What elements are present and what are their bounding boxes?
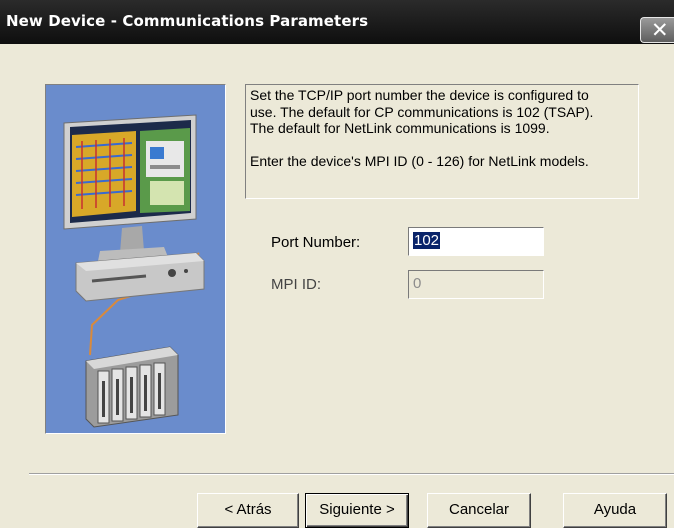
mpi-id-value: 0 [413, 275, 422, 292]
description-line-1: Set the TCP/IP port number the device is… [250, 87, 589, 103]
cancel-button[interactable]: Cancelar [427, 493, 531, 528]
port-number-value: 102 [413, 232, 441, 249]
wizard-illustration [45, 84, 226, 434]
description-line-3: The default for NetLink communications i… [250, 120, 550, 136]
description-mpi-hint: Enter the device's MPI ID (0 - 126) for … [250, 152, 589, 169]
mpi-id-input[interactable]: 0 [408, 270, 544, 299]
help-button[interactable]: Ayuda [563, 493, 667, 528]
back-button[interactable]: < Atrás [197, 493, 299, 528]
port-number-input[interactable]: 102 [408, 227, 544, 256]
title-bar: New Device - Communications Parameters ✕ [0, 0, 674, 44]
close-icon: ✕ [651, 18, 669, 42]
description-line-2: use. The default for CP communications i… [250, 103, 594, 120]
computer-network-plc-illustration [46, 85, 225, 433]
window-title: New Device - Communications Parameters [6, 12, 369, 30]
close-button[interactable]: ✕ [640, 17, 674, 43]
next-button[interactable]: Siguiente > [305, 493, 409, 528]
mpi-id-label: MPI ID: [271, 276, 322, 293]
port-number-label: Port Number: [271, 234, 361, 251]
description-box: Set the TCP/IP port number the device is… [245, 84, 639, 199]
button-divider [29, 473, 674, 475]
